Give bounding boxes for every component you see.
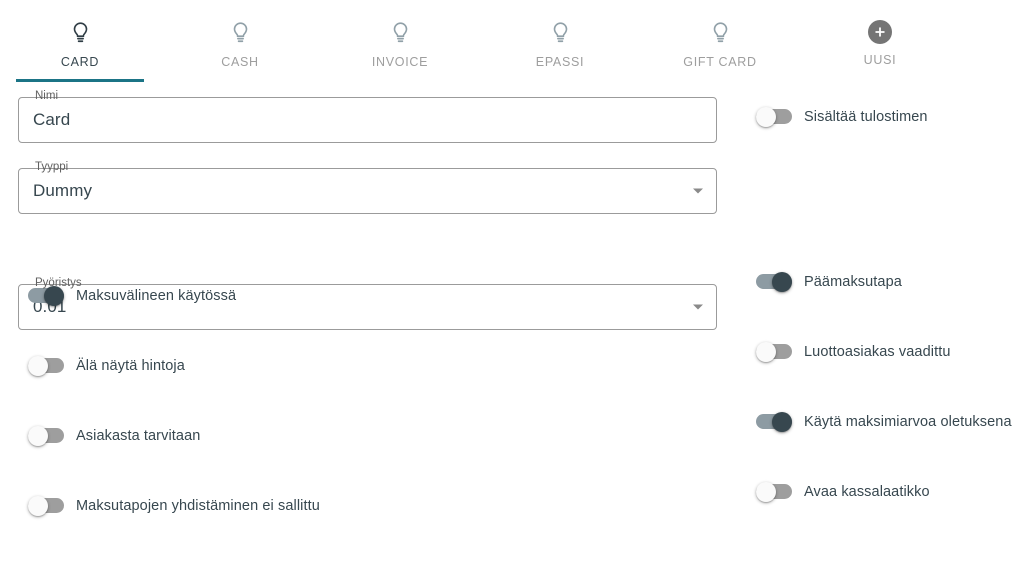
tab-invoice[interactable]: INVOICE [320,0,480,82]
toggle-asiakasta-tarvitaan[interactable] [28,426,64,446]
tab-label: GIFT CARD [683,55,756,69]
plus-circle-icon [868,20,892,44]
switch-row-paamaksutapa[interactable]: Päämaksutapa [746,265,902,299]
switch-label: Avaa kassalaatikko [804,484,930,500]
switch-row-sisaltaa-tulostimen[interactable]: Sisältää tulostimen [746,100,928,134]
field-label: Nimi [32,89,61,103]
toggle-maksutapojen-yhdistaminen[interactable] [28,496,64,516]
toggle-thumb [772,272,792,292]
switch-label: Käytä maksimiarvoa oletuksena [804,414,1012,430]
chevron-down-icon[interactable] [693,305,703,310]
tyyppi-select-value[interactable]: Dummy [33,168,677,214]
switch-label: Älä näytä hintoja [76,358,185,374]
payment-method-tabs: CARD CASH INVOICE [0,0,1032,82]
switch-label: Asiakasta tarvitaan [76,428,200,444]
toggle-thumb [756,107,776,127]
tab-epassi[interactable]: EPASSI [480,0,640,82]
tab-label: EPASSI [536,55,584,69]
tab-label: CARD [61,55,99,69]
toggle-avaa-kassalaatikko[interactable] [756,482,792,502]
switch-row-kayta-maksimiarvoa-oletuksena[interactable]: Käytä maksimiarvoa oletuksena [746,405,1012,439]
switch-row-asiakasta-tarvitaan[interactable]: Asiakasta tarvitaan [18,419,200,453]
toggle-thumb [28,496,48,516]
field-label: Tyyppi [32,160,71,174]
lightbulb-icon [712,20,729,46]
toggle-thumb [772,412,792,432]
switch-row-avaa-kassalaatikko[interactable]: Avaa kassalaatikko [746,475,930,509]
tab-label: UUSI [864,53,897,67]
switch-label: Päämaksutapa [804,274,902,290]
switch-label: Sisältää tulostimen [804,109,928,125]
lightbulb-icon [232,20,249,46]
tab-label: CASH [221,55,259,69]
toggle-paamaksutapa[interactable] [756,272,792,292]
toggle-luottoasiakas-vaadittu[interactable] [756,342,792,362]
field-tyyppi[interactable]: Tyyppi Dummy [18,168,717,214]
switch-label: Maksutapojen yhdistäminen ei sallittu [76,498,320,514]
left-column: Nimi Card Tyyppi Dummy Pyöristys 0.01 [0,82,735,584]
toggle-thumb [756,342,776,362]
toggle-ala-nayta-hintoja[interactable] [28,356,64,376]
lightbulb-icon [72,20,89,46]
right-column: Sisältää tulostimen Päämaksutapa Luottoa… [735,82,1032,584]
toggle-sisaltaa-tulostimen[interactable] [756,107,792,127]
toggle-thumb [28,356,48,376]
payment-method-settings-page: CARD CASH INVOICE [0,0,1032,584]
field-label: Pyöristys [32,276,85,290]
tab-add-new[interactable]: UUSI [800,0,960,82]
tab-gift-card[interactable]: GIFT CARD [640,0,800,82]
nimi-input[interactable]: Card [33,97,677,143]
toggle-thumb [756,482,776,502]
tab-cash[interactable]: CASH [160,0,320,82]
tab-label: INVOICE [372,55,428,69]
switch-row-maksutapojen-yhdistaminen[interactable]: Maksutapojen yhdistäminen ei sallittu [18,489,320,523]
lightbulb-icon [392,20,409,46]
switch-label: Luottoasiakas vaadittu [804,344,951,360]
switch-row-luottoasiakas-vaadittu[interactable]: Luottoasiakas vaadittu [746,335,951,369]
field-nimi[interactable]: Nimi Card [18,97,717,143]
tab-card[interactable]: CARD [0,0,160,82]
switch-label: Maksuvälineen käytössä [76,288,236,304]
settings-content: Nimi Card Tyyppi Dummy Pyöristys 0.01 [0,82,1032,584]
lightbulb-icon [552,20,569,46]
toggle-kayta-maksimiarvoa-oletuksena[interactable] [756,412,792,432]
switch-row-ala-nayta-hintoja[interactable]: Älä näytä hintoja [18,349,185,383]
toggle-thumb [28,426,48,446]
chevron-down-icon[interactable] [693,189,703,194]
